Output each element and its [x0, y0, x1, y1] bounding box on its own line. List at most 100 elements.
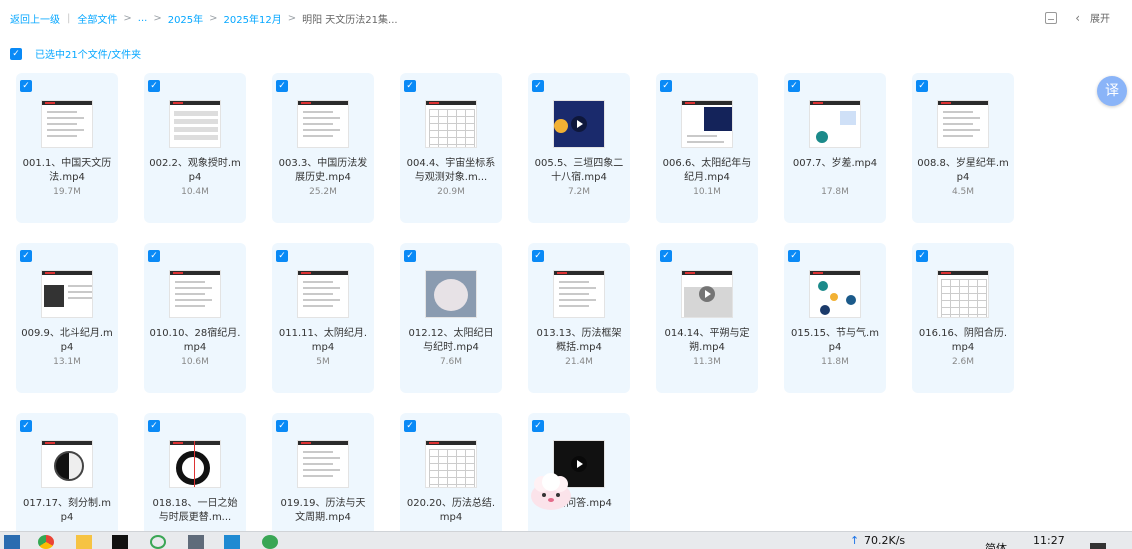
crumb-month[interactable]: 2025年12月 — [224, 11, 282, 26]
thumbnail-shape — [943, 135, 973, 137]
thumbnail-shape — [42, 441, 92, 445]
file-card[interactable]: ✓ 001.1、中国天文历法.mp4 19.7M — [16, 73, 118, 223]
file-card[interactable]: ✓ 018.18、一日之始与时辰更替.m... — [144, 413, 246, 549]
all-files-link[interactable]: 全部文件 — [77, 11, 117, 26]
file-card[interactable]: ✓ 003.3、中国历法发展历史.mp4 25.2M — [272, 73, 374, 223]
file-card[interactable]: ✓ 008.8、岁星纪年.mp4 4.5M — [912, 73, 1014, 223]
expand-button[interactable]: 展开 — [1090, 10, 1110, 25]
file-checkbox[interactable]: ✓ — [916, 80, 928, 92]
thumbnail-shape — [687, 141, 724, 143]
video-thumbnail — [937, 100, 989, 148]
crumb-ellipsis[interactable]: ... — [138, 13, 148, 24]
file-card[interactable]: ✓ 007.7、岁差.mp4 17.8M — [784, 73, 886, 223]
crumb-current: 明阳 天文历法21集... — [302, 14, 398, 26]
translate-button[interactable]: 译 — [1097, 76, 1127, 106]
thumbnail-shape — [943, 111, 973, 113]
file-name: 006.6、太阳纪年与纪月.mp4 — [662, 158, 752, 183]
back-link[interactable]: 返回上一级 — [10, 11, 60, 26]
thumbnail-shape — [554, 119, 568, 133]
file-checkbox[interactable]: ✓ — [148, 80, 160, 92]
file-checkbox[interactable]: ✓ — [20, 80, 32, 92]
file-card[interactable]: ✓ 019.19、历法与天文周期.mp4 — [272, 413, 374, 549]
crumb-year[interactable]: 2025年 — [168, 11, 203, 26]
file-card[interactable]: ✓ 017.17、刻分制.mp4 — [16, 413, 118, 549]
thumbnail-shape — [54, 451, 84, 481]
file-checkbox[interactable]: ✓ — [916, 250, 928, 262]
separator: | — [67, 12, 71, 24]
start-icon[interactable] — [4, 535, 20, 549]
chevron-left-icon[interactable]: ‹ — [1075, 11, 1080, 25]
file-checkbox[interactable]: ✓ — [404, 250, 416, 262]
thumbnail-shape — [47, 123, 77, 125]
thumbnail-shape — [434, 279, 468, 311]
thumbnail-shape — [298, 271, 348, 275]
file-card[interactable]: ✓ 009.9、北斗纪月.mp4 13.1M — [16, 243, 118, 393]
file-checkbox[interactable]: ✓ — [532, 420, 544, 432]
ime-indicator[interactable]: 简体 — [985, 540, 1007, 549]
vscode-icon[interactable] — [224, 535, 240, 549]
chrome-icon[interactable] — [38, 535, 54, 549]
clock[interactable]: 11:27 — [1033, 534, 1065, 547]
file-checkbox[interactable]: ✓ — [532, 80, 544, 92]
file-card[interactable]: ✓ 014.14、平朔与定朔.mp4 11.3M — [656, 243, 758, 393]
thumbnail-shape — [174, 111, 218, 143]
file-checkbox[interactable]: ✓ — [276, 250, 288, 262]
file-size: 11.3M — [693, 357, 721, 367]
browser-icon[interactable] — [262, 535, 278, 549]
file-checkbox[interactable]: ✓ — [660, 80, 672, 92]
upload-arrow-icon: ↑ — [850, 534, 860, 547]
file-card[interactable]: ✓ 013.13、历法框架概括.mp4 21.4M — [528, 243, 630, 393]
file-card[interactable]: ✓ 015.15、节与气.mp4 11.8M — [784, 243, 886, 393]
file-size: 10.1M — [693, 187, 721, 197]
file-card[interactable]: ✓ 002.2、观象授时.mp4 10.4M — [144, 73, 246, 223]
thumbnail-shape — [938, 271, 988, 275]
taskbar: ↑ 70.2K/s 简体 11:27 — [0, 531, 1132, 549]
file-size: 10.4M — [181, 187, 209, 197]
select-all-checkbox[interactable]: ✓ — [10, 47, 22, 60]
file-size: 20.9M — [437, 187, 465, 197]
file-name: 014.14、平朔与定朔.mp4 — [664, 328, 750, 353]
file-checkbox[interactable]: ✓ — [276, 420, 288, 432]
folder-icon[interactable] — [76, 535, 92, 549]
thumbnail-shape — [554, 271, 604, 275]
video-thumbnail — [425, 440, 477, 488]
file-checkbox[interactable]: ✓ — [788, 80, 800, 92]
list-view-icon[interactable] — [1045, 11, 1058, 24]
thumbnail-shape — [426, 441, 476, 445]
thumbnail-shape — [298, 101, 348, 105]
file-card[interactable]: ✓ 004.4、宇宙坐标系与观测对象.m... 20.9M — [400, 73, 502, 223]
thumbnail-shape — [194, 441, 195, 487]
thumbnail-shape — [303, 135, 333, 137]
file-checkbox[interactable]: ✓ — [276, 80, 288, 92]
file-checkbox[interactable]: ✓ — [148, 420, 160, 432]
notification-icon[interactable] — [1090, 543, 1106, 549]
assistant-mascot-icon[interactable] — [528, 472, 574, 512]
file-checkbox[interactable]: ✓ — [404, 80, 416, 92]
file-card[interactable]: ✓ 020.20、历法总结.mp4 — [400, 413, 502, 549]
chevron-right-icon: > — [287, 12, 297, 24]
file-size: 10.6M — [181, 357, 209, 367]
file-checkbox[interactable]: ✓ — [404, 420, 416, 432]
file-checkbox[interactable]: ✓ — [20, 250, 32, 262]
thumbnail-shape — [941, 279, 987, 317]
jetbrains-icon[interactable] — [112, 535, 128, 549]
thumbnail-shape — [303, 463, 333, 465]
file-checkbox[interactable]: ✓ — [788, 250, 800, 262]
app-icon[interactable] — [150, 535, 166, 549]
file-card[interactable]: ✓ 010.10、28宿纪月.mp4 10.6M — [144, 243, 246, 393]
file-card[interactable]: ✓ 005.5、三垣四象二十八宿.mp4 7.2M — [528, 73, 630, 223]
file-checkbox[interactable]: ✓ — [148, 250, 160, 262]
screen-icon[interactable] — [188, 535, 204, 549]
thumbnail-shape — [830, 293, 838, 301]
file-checkbox[interactable]: ✓ — [660, 250, 672, 262]
file-checkbox[interactable]: ✓ — [532, 250, 544, 262]
file-size: 21.4M — [565, 357, 593, 367]
file-card[interactable]: ✓ 006.6、太阳纪年与纪月.mp4 10.1M — [656, 73, 758, 223]
file-checkbox[interactable]: ✓ — [20, 420, 32, 432]
thumbnail-shape — [943, 129, 980, 131]
file-card[interactable]: ✓ 012.12、太阳纪日与纪时.mp4 7.6M — [400, 243, 502, 393]
file-card[interactable]: ✓ 011.11、太阴纪月.mp4 5M — [272, 243, 374, 393]
chevron-right-icon: > — [209, 12, 218, 24]
file-card[interactable]: ✓ 016.16、阴阳合历.mp4 2.6M — [912, 243, 1014, 393]
thumbnail-shape — [170, 101, 220, 105]
